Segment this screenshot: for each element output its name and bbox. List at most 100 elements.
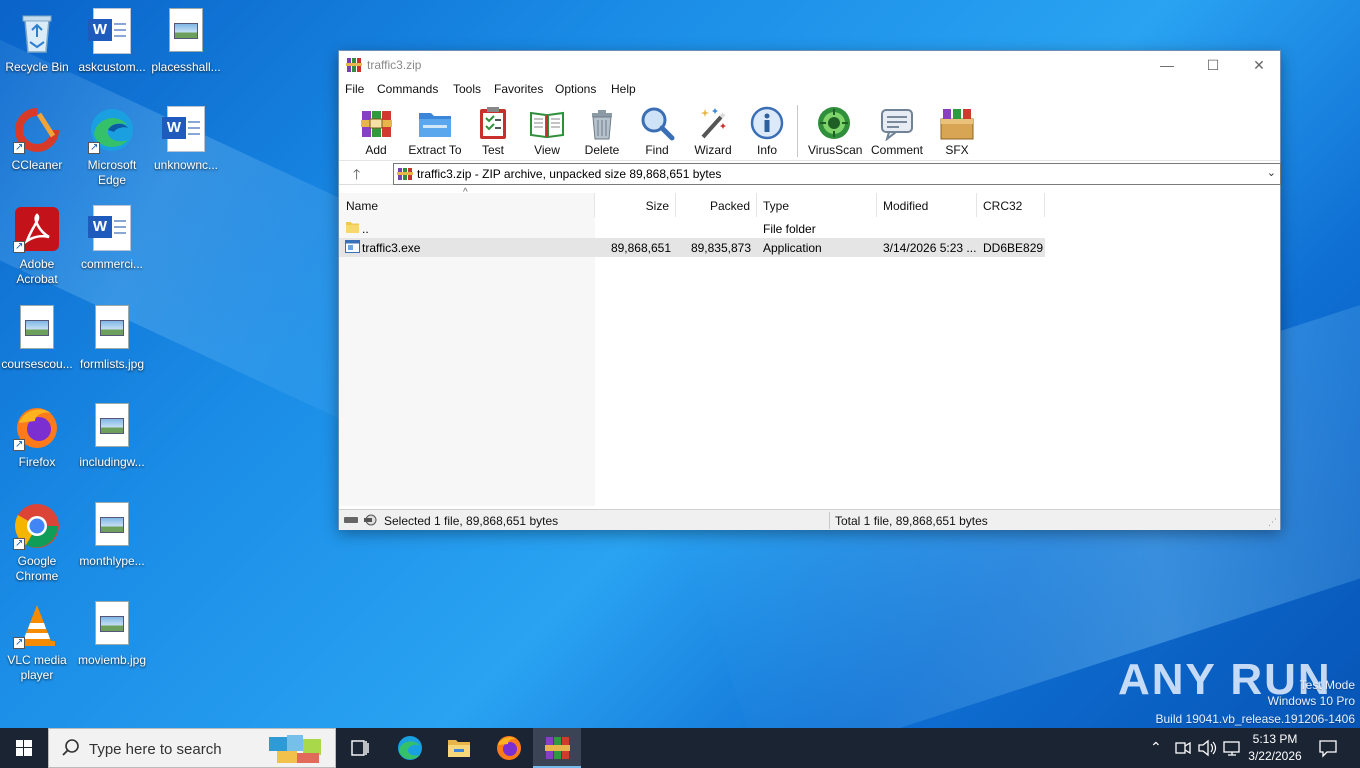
word-document-icon: W — [88, 205, 136, 253]
desktop-icon-microsoft-edge[interactable]: Microsoft Edge — [75, 106, 149, 188]
desktop-icon-unknownc[interactable]: W unknownc... — [149, 106, 223, 173]
trash-icon — [584, 105, 620, 141]
menu-favorites[interactable]: Favorites — [494, 82, 543, 96]
add-button[interactable]: Add — [357, 105, 395, 157]
sfx-label: SFX — [945, 143, 969, 157]
add-icon — [358, 105, 394, 141]
desktop-icon-label: includingw... — [79, 455, 145, 469]
desktop-icon-commerci[interactable]: W commerci... — [75, 205, 149, 272]
file-list[interactable]: ^ Name Size Packed Type Modified CRC32 .… — [339, 187, 1280, 506]
desktop-icon-label: Recycle Bin — [5, 60, 69, 74]
clock-date[interactable]: 3/22/2026 — [1244, 749, 1306, 763]
taskbar-winrar[interactable] — [533, 728, 581, 768]
folder-extract-icon — [417, 105, 453, 141]
task-view-button[interactable] — [336, 728, 384, 768]
desktop-icon-recycle-bin[interactable]: Recycle Bin — [0, 8, 74, 75]
volume-icon[interactable] — [1197, 739, 1217, 760]
desktop-icon-formlists[interactable]: formlists.jpg — [75, 305, 149, 372]
extract-to-button[interactable]: Extract To — [405, 105, 465, 157]
status-separator — [829, 512, 830, 529]
column-header-type[interactable]: Type — [757, 193, 877, 217]
file-packed: 89,835,873 — [690, 241, 751, 255]
find-button[interactable]: Find — [637, 105, 677, 157]
delete-button[interactable]: Delete — [582, 105, 622, 157]
edge-icon — [398, 736, 422, 760]
test-label: Test — [481, 143, 504, 157]
desktop-icon-label: formlists.jpg — [79, 357, 144, 371]
start-button[interactable] — [0, 728, 48, 768]
close-button[interactable]: ✕ — [1236, 51, 1282, 79]
up-arrow-icon[interactable]: 🡑 — [353, 164, 360, 188]
column-header-modified[interactable]: Modified — [877, 193, 977, 217]
column-header-packed[interactable]: Packed — [677, 193, 757, 217]
table-row-selected[interactable]: traffic3.exe 89,868,651 89,835,873 Appli… — [339, 238, 1045, 257]
menu-help[interactable]: Help — [611, 82, 636, 96]
info-button[interactable]: Info — [749, 105, 785, 157]
address-field[interactable]: traffic3.zip - ZIP archive, unpacked siz… — [393, 163, 1281, 185]
desktop-icon-monthlype[interactable]: monthlype... — [75, 502, 149, 569]
desktop-icon-moviemb[interactable]: moviemb.jpg — [75, 601, 149, 668]
chevron-down-icon[interactable]: ⌄ — [1267, 166, 1276, 179]
desktop-icon-label: VLC media player — [7, 653, 67, 682]
search-placeholder: Type here to search — [89, 741, 222, 758]
minimize-button[interactable]: — — [1144, 51, 1190, 79]
menu-file[interactable]: File — [345, 82, 364, 96]
recycle-bin-icon — [13, 8, 61, 56]
menu-options[interactable]: Options — [555, 82, 596, 96]
desktop-icon-includingw[interactable]: includingw... — [75, 403, 149, 470]
chevron-up-icon[interactable]: ⌃ — [1150, 739, 1162, 756]
column-header-name[interactable]: ^ Name — [339, 187, 595, 217]
test-button[interactable]: Test — [474, 105, 512, 157]
network-icon[interactable] — [1222, 739, 1242, 760]
ccleaner-icon — [13, 106, 61, 155]
taskbar-edge[interactable] — [386, 728, 434, 768]
delete-label: Delete — [584, 143, 620, 157]
test-clipboard-icon — [475, 105, 511, 141]
taskbar-firefox[interactable] — [485, 728, 533, 768]
column-header-size[interactable]: Size — [596, 193, 676, 217]
menu-commands[interactable]: Commands — [377, 82, 438, 96]
window-title: traffic3.zip — [367, 58, 422, 72]
notification-icon[interactable] — [1318, 738, 1338, 761]
search-icon — [61, 738, 81, 761]
firefox-icon — [13, 403, 61, 452]
column-header-crc32[interactable]: CRC32 — [977, 193, 1045, 217]
magnifier-icon — [639, 105, 675, 141]
desktop-icon-google-chrome[interactable]: Google Chrome — [0, 502, 74, 584]
desktop-icon-adobe-acrobat[interactable]: Adobe Acrobat — [0, 205, 74, 287]
file-type: File folder — [763, 222, 816, 236]
title-bar[interactable]: traffic3.zip — ☐ ✕ — [339, 51, 1280, 79]
comment-button[interactable]: Comment — [869, 105, 925, 157]
resize-grip-icon[interactable]: ⋰ — [1268, 517, 1277, 528]
image-file-icon — [88, 305, 136, 353]
menu-tools[interactable]: Tools — [453, 82, 481, 96]
taskbar-search-box[interactable]: Type here to search — [48, 728, 336, 768]
clock-time[interactable]: 5:13 PM — [1244, 732, 1306, 746]
network-meeting-icon[interactable] — [1174, 739, 1192, 760]
desktop-icon-label: Microsoft Edge — [87, 158, 137, 187]
file-name: .. — [362, 222, 369, 236]
desktop-icon-placesshall[interactable]: placesshall... — [149, 8, 223, 75]
sfx-button[interactable]: SFX — [937, 105, 977, 157]
desktop-icon-label: Adobe Acrobat — [16, 257, 58, 286]
address-bar: 🡑 traffic3.zip - ZIP archive, unpacked s… — [339, 161, 1281, 188]
windows-logo-icon — [16, 740, 32, 756]
desktop-icon-vlc[interactable]: VLC media player — [0, 601, 74, 683]
desktop-icon-ccleaner[interactable]: CCleaner — [0, 106, 74, 173]
toolbar: Add Extract To Test View Delete Find Wiz… — [339, 101, 1280, 161]
status-total: Total 1 file, 89,868,651 bytes — [835, 514, 988, 528]
desktop-icon-coursescou[interactable]: coursescou... — [0, 305, 74, 372]
maximize-button[interactable]: ☐ — [1190, 51, 1236, 79]
taskbar-file-explorer[interactable] — [435, 728, 483, 768]
menu-bar: File Commands Tools Favorites Options He… — [339, 79, 1280, 101]
extract-to-label: Extract To — [408, 143, 462, 157]
table-row[interactable]: .. File folder — [339, 219, 1045, 238]
winrar-window[interactable]: traffic3.zip — ☐ ✕ File Commands Tools F… — [338, 50, 1281, 530]
desktop-icon-firefox[interactable]: Firefox — [0, 403, 74, 470]
virusscan-button[interactable]: VirusScan — [808, 105, 862, 157]
view-book-icon — [529, 105, 565, 141]
view-button[interactable]: View — [524, 105, 570, 157]
desktop-icon-askcustom[interactable]: W askcustom... — [75, 8, 149, 75]
column-header-label: Name — [346, 199, 379, 213]
wizard-button[interactable]: Wizard — [691, 105, 735, 157]
